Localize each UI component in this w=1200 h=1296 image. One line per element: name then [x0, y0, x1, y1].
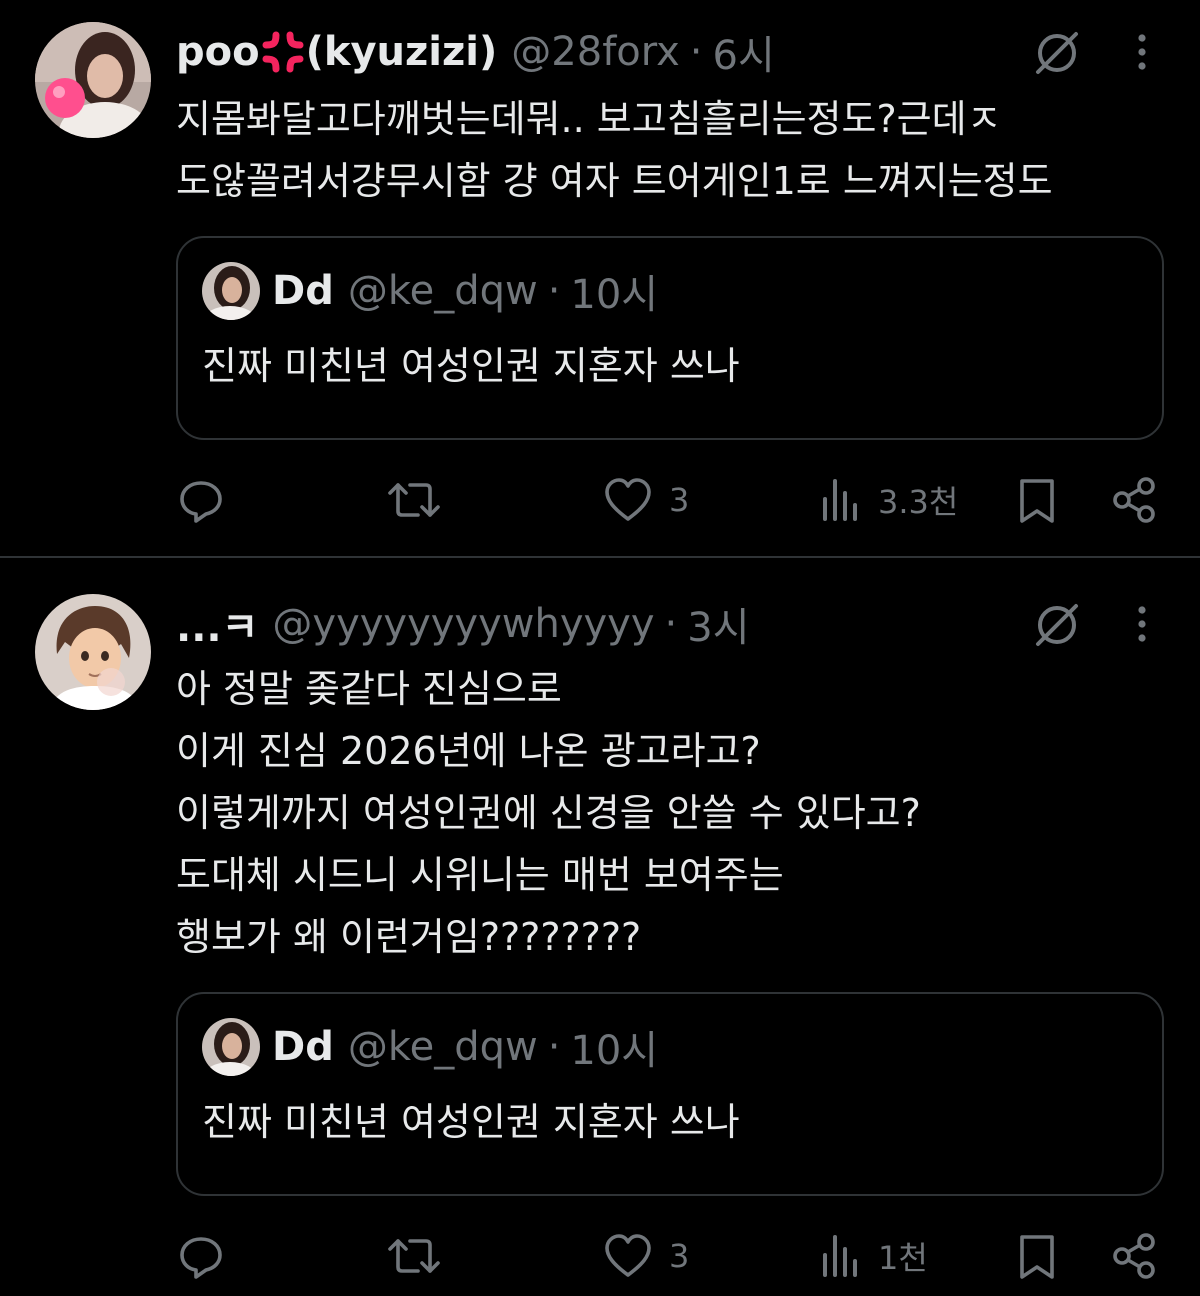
- grok-icon[interactable]: [1030, 26, 1084, 80]
- quote-header: Dd @ke_dqw · 10시: [272, 260, 658, 322]
- share-icon: [1113, 1233, 1155, 1279]
- bookmark-icon: [1020, 479, 1054, 523]
- avatar[interactable]: [35, 22, 151, 138]
- tweet-header: poo (kyuzizi) @28forx · 6시: [176, 22, 775, 82]
- views-button[interactable]: 1천: [820, 1226, 928, 1286]
- reply-icon: [180, 1237, 222, 1279]
- repost-button[interactable]: [386, 470, 458, 530]
- heart-icon: [605, 478, 651, 521]
- quoted-tweet[interactable]: Dd @ke_dqw · 10시 진짜 미친년 여성인권 지혼자 쓰나: [176, 992, 1164, 1196]
- bookmark-button[interactable]: [1016, 1226, 1058, 1286]
- tweet-text: 지몸봐달고다깨벗는데뭐.. 보고침흘리는정도?근데ㅈ 도않꼴려서걍무시함 걍 여…: [176, 97, 1053, 203]
- quote-handle: @ke_dqw: [347, 1024, 538, 1070]
- repost-icon: [388, 1239, 440, 1273]
- avatar[interactable]: [35, 594, 151, 710]
- quote-avatar[interactable]: [202, 262, 260, 320]
- quote-header: Dd @ke_dqw · 10시: [272, 1016, 658, 1078]
- separator-dot: ·: [664, 601, 678, 647]
- timestamp[interactable]: 6시: [713, 23, 775, 81]
- timestamp[interactable]: 3시: [687, 595, 749, 653]
- more-icon[interactable]: [1128, 600, 1156, 648]
- heart-icon: [605, 1234, 651, 1277]
- action-bar: 3 1천: [0, 1226, 1200, 1286]
- separator-dot: ·: [547, 268, 561, 314]
- handle[interactable]: @yyyyyyyywhyyyy: [272, 601, 654, 647]
- bookmark-button[interactable]: [1016, 470, 1058, 530]
- share-icon: [1113, 477, 1155, 523]
- reply-button[interactable]: [176, 470, 242, 530]
- tweet[interactable]: poo (kyuzizi) @28forx · 6시 지몸봐달고다깨벗는데뭐..…: [0, 0, 1200, 556]
- repost-icon: [388, 483, 440, 517]
- views-button[interactable]: 3.3천: [820, 470, 958, 530]
- anger-emoji-icon: [262, 31, 304, 73]
- quote-handle: @ke_dqw: [347, 268, 538, 314]
- views-icon: [823, 1235, 857, 1277]
- like-button[interactable]: 3: [603, 1226, 689, 1286]
- quoted-tweet[interactable]: Dd @ke_dqw · 10시 진짜 미친년 여성인권 지혼자 쓰나: [176, 236, 1164, 440]
- view-count: 3.3천: [878, 483, 959, 521]
- grok-icon[interactable]: [1030, 598, 1084, 652]
- separator-dot: ·: [547, 1024, 561, 1070]
- quote-timestamp: 10시: [570, 1028, 659, 1074]
- like-count: 3: [669, 1237, 690, 1275]
- display-name[interactable]: poo: [176, 29, 260, 75]
- quote-timestamp: 10시: [570, 272, 659, 318]
- share-button[interactable]: [1112, 1226, 1158, 1286]
- reply-icon: [180, 481, 222, 523]
- view-count: 1천: [878, 1239, 928, 1277]
- handle[interactable]: @28forx: [511, 29, 680, 75]
- bookmark-icon: [1020, 1235, 1054, 1279]
- separator-dot: ·: [689, 29, 703, 75]
- more-icon[interactable]: [1128, 28, 1156, 76]
- display-name-suffix[interactable]: (kyuzizi): [306, 29, 498, 75]
- tweet-header: ...ㅋ @yyyyyyyywhyyyy · 3시: [176, 594, 750, 654]
- quote-text: 진짜 미친년 여성인권 지혼자 쓰나: [202, 1100, 740, 1144]
- quote-display-name: Dd: [272, 268, 334, 314]
- views-icon: [823, 479, 857, 521]
- quote-text: 진짜 미친년 여성인권 지혼자 쓰나: [202, 344, 740, 388]
- action-bar: 3 3.3천: [0, 470, 1200, 530]
- like-count: 3: [669, 481, 690, 519]
- like-button[interactable]: 3: [603, 470, 689, 530]
- tweet-text: 아 정말 좆같다 진심으로 이게 진심 2026년에 나온 광고라고? 이렇게까…: [176, 667, 921, 959]
- quote-avatar[interactable]: [202, 1018, 260, 1076]
- reply-button[interactable]: [176, 1226, 242, 1286]
- quote-display-name: Dd: [272, 1024, 334, 1070]
- display-name[interactable]: ...ㅋ: [176, 595, 258, 653]
- repost-button[interactable]: [386, 1226, 458, 1286]
- share-button[interactable]: [1112, 470, 1158, 530]
- tweet[interactable]: ...ㅋ @yyyyyyyywhyyyy · 3시 아 정말 좆같다 진심으로 …: [0, 558, 1200, 1296]
